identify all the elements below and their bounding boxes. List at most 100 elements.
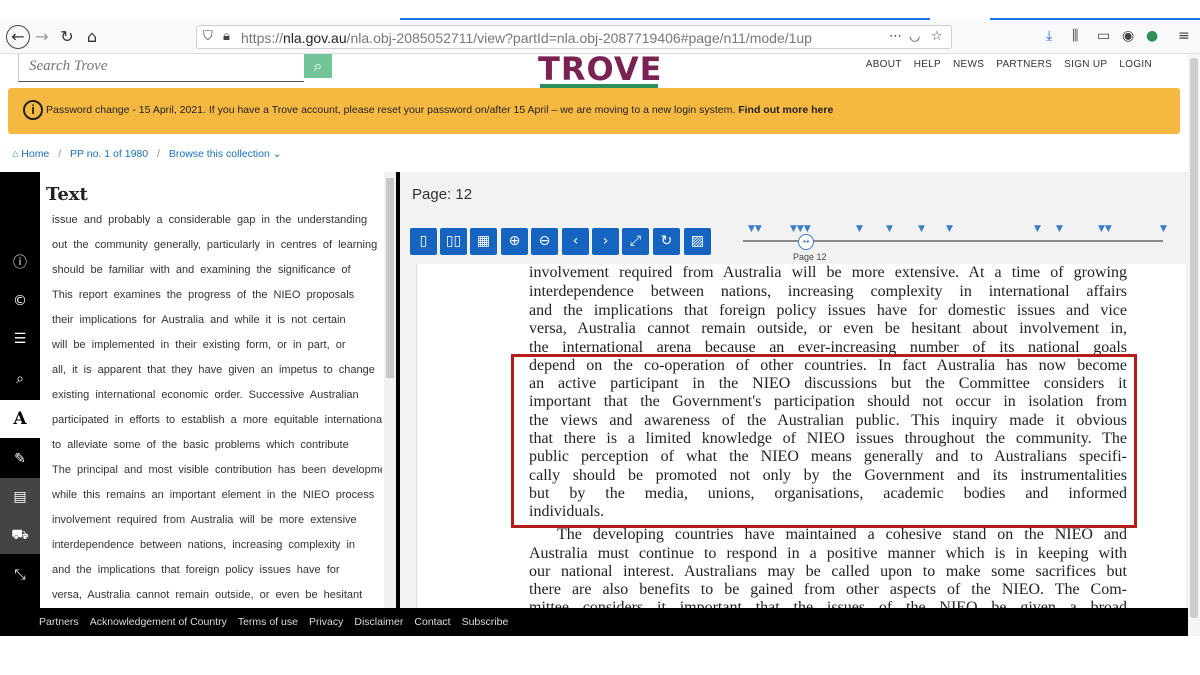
shield-icon[interactable]: ⛉ <box>203 29 213 44</box>
page-marker-icon[interactable]: ▼ <box>886 224 893 234</box>
pocket-icon[interactable]: ◡ <box>909 29 920 44</box>
next-page-icon[interactable]: › <box>592 228 619 255</box>
zoom-in-icon[interactable]: ⊕ <box>501 228 528 255</box>
sidebar-icon[interactable]: ▭ <box>1097 28 1110 44</box>
search-input[interactable] <box>29 54 299 78</box>
highlight-box <box>511 354 1137 528</box>
nav-sign-up[interactable]: SIGN UP <box>1064 59 1107 70</box>
copyright-icon[interactable]: © <box>0 282 40 320</box>
scrollbar-thumb[interactable] <box>386 178 394 378</box>
page-line: The developing countries have maintained… <box>557 526 1127 543</box>
back-icon[interactable]: ← <box>6 25 30 49</box>
search-button[interactable]: ⌕ <box>304 54 332 78</box>
reload-icon[interactable]: ↻ <box>55 25 79 49</box>
download-icon[interactable]: ⤓ <box>1046 28 1052 44</box>
timeline-handle-icon[interactable]: ↔ <box>798 234 814 250</box>
search-icon[interactable]: ⌕ <box>0 360 40 398</box>
library-icon[interactable]: ⫼ <box>1072 28 1078 44</box>
nav-help[interactable]: HELP <box>914 59 941 70</box>
page-marker-icon[interactable]: ▼▼ <box>1098 224 1112 234</box>
breadcrumb-home[interactable]: Home <box>21 148 49 160</box>
previous-page-icon[interactable]: ‹ <box>562 228 589 255</box>
url-text[interactable]: https://nla.gov.au/nla.obj-2085052711/vi… <box>241 30 812 46</box>
page-line: involvement required from Australia will… <box>529 264 1127 281</box>
trove-logo[interactable]: TROVE <box>538 50 662 88</box>
url-bar[interactable]: ⛉ 🔒︎ https://nla.gov.au/nla.obj-20850527… <box>196 25 952 49</box>
bookmark-star-icon[interactable]: ☆ <box>931 29 943 44</box>
text-line: interdependence between nations, increas… <box>52 539 356 551</box>
list-icon[interactable]: ☰ <box>0 320 40 358</box>
site-header: ⌕ TROVE ABOUT HELP NEWS PARTNERS SIGN UP… <box>0 50 1200 88</box>
page-viewer: Page: 12 ▯ ▯▯ ▦ ⊕ ⊖ ‹ › ⤢ ↻ ▨ ▼▼ ▼▼▼ ▼ ▼… <box>400 172 1200 608</box>
nav-partners[interactable]: PARTNERS <box>996 59 1052 70</box>
footer-link-subscribe[interactable]: Subscribe <box>462 616 509 628</box>
menu-icon[interactable]: ≡ <box>1178 28 1190 44</box>
footer-link-partners[interactable]: Partners <box>39 616 79 628</box>
edit-icon[interactable]: ✎ <box>0 440 40 478</box>
text-line: existing international economic order. S… <box>52 389 359 401</box>
breadcrumb-item[interactable]: PP no. 1 of 1980 <box>70 148 148 160</box>
password-banner: i Password change - 15 April, 2021. If y… <box>8 88 1180 134</box>
banner-link[interactable]: Find out more here <box>738 104 833 116</box>
lock-icon[interactable]: 🔒︎ <box>223 29 230 44</box>
grid-view-icon[interactable]: ▦ <box>470 228 497 255</box>
page-marker-icon[interactable]: ▼▼ <box>748 224 762 234</box>
text-view-icon[interactable]: A <box>0 400 40 438</box>
more-icon[interactable]: ⋯ <box>889 29 902 44</box>
text-line: involvement required from Australia will… <box>52 514 357 526</box>
page-marker-icon[interactable]: ▼ <box>1160 224 1167 234</box>
cart-icon[interactable]: ⛟ <box>0 516 40 554</box>
page-line: versa, Australia cannot remain outside, … <box>529 320 1127 337</box>
info-icon[interactable]: ⓘ <box>0 244 40 282</box>
page-marker-icon[interactable]: ▼ <box>1034 224 1041 234</box>
resize-icon[interactable]: ⤡ <box>0 556 40 594</box>
zoom-out-icon[interactable]: ⊖ <box>531 228 558 255</box>
rotate-icon[interactable]: ↻ <box>653 228 680 255</box>
breadcrumb: ⌂ Home / PP no. 1 of 1980 / Browse this … <box>12 148 282 160</box>
account-icon[interactable]: ◉ <box>1122 28 1134 44</box>
image-icon[interactable]: ▨ <box>684 228 711 255</box>
banner-text: Password change - 15 April, 2021. If you… <box>46 104 834 116</box>
breadcrumb-browse[interactable]: Browse this collection <box>169 148 270 160</box>
text-line: should be familiar with and examining th… <box>52 264 351 276</box>
page-marker-icon[interactable]: ▼ <box>856 224 863 234</box>
timeline-page-label: Page 12 <box>793 252 827 262</box>
nav-news[interactable]: NEWS <box>953 59 984 70</box>
viewer-side-toolbar: ⓘ © ☰ ⌕ A ✎ ▤ ⛟ ⤡ <box>0 172 40 608</box>
text-line: participated in efforts to establish a m… <box>52 414 382 426</box>
footer-link-terms[interactable]: Terms of use <box>238 616 298 628</box>
footer-link-acknowledgement[interactable]: Acknowledgement of Country <box>90 616 227 628</box>
footer-link-privacy[interactable]: Privacy <box>309 616 343 628</box>
page-marker-icon[interactable]: ▼ <box>946 224 953 234</box>
page-line: Australia must continue to respond in a … <box>529 545 1127 562</box>
page-line: our national interest. Australians may b… <box>529 563 1127 580</box>
page-line: mittee considers it important that the i… <box>529 599 1127 608</box>
home-icon[interactable]: ⌂ <box>80 25 104 49</box>
page-marker-icon[interactable]: ▼ <box>918 224 925 234</box>
page-marker-icon[interactable]: ▼▼▼ <box>790 224 811 234</box>
fullscreen-icon[interactable]: ⤢ <box>622 228 649 255</box>
nav-login[interactable]: LOGIN <box>1119 59 1152 70</box>
text-line: issue and probably a considerable gap in… <box>52 214 368 226</box>
page-scrollbar[interactable] <box>1188 54 1200 636</box>
ocr-text-panel: Text issue and probably a considerable g… <box>40 172 396 608</box>
single-page-icon[interactable]: ▯ <box>410 228 437 255</box>
scrollbar-thumb[interactable] <box>1190 58 1198 618</box>
nav-about[interactable]: ABOUT <box>866 59 902 70</box>
text-line: their implications for Australia and whi… <box>52 314 346 326</box>
page-line: interdependence between nations, increas… <box>529 283 1127 300</box>
text-panel-scrollbar[interactable] <box>384 172 396 608</box>
extension-icon[interactable]: ● <box>1146 28 1158 44</box>
footer-link-contact[interactable]: Contact <box>414 616 450 628</box>
footer-link-disclaimer[interactable]: Disclaimer <box>354 616 403 628</box>
page-marker-icon[interactable]: ▼ <box>1056 224 1063 234</box>
forward-icon[interactable]: → <box>30 25 54 49</box>
home-icon[interactable]: ⌂ <box>12 148 18 160</box>
text-line: The principal and most visible contribut… <box>52 464 382 476</box>
text-line: to alleviate some of the basic problems … <box>52 439 349 451</box>
document-icon[interactable]: ▤ <box>0 478 40 516</box>
scanned-page-image[interactable]: involvement required from Australia will… <box>416 264 1186 608</box>
book-view-icon[interactable]: ▯▯ <box>440 228 467 255</box>
info-icon: i <box>23 100 43 120</box>
chevron-down-icon[interactable]: ⌄ <box>273 148 282 160</box>
